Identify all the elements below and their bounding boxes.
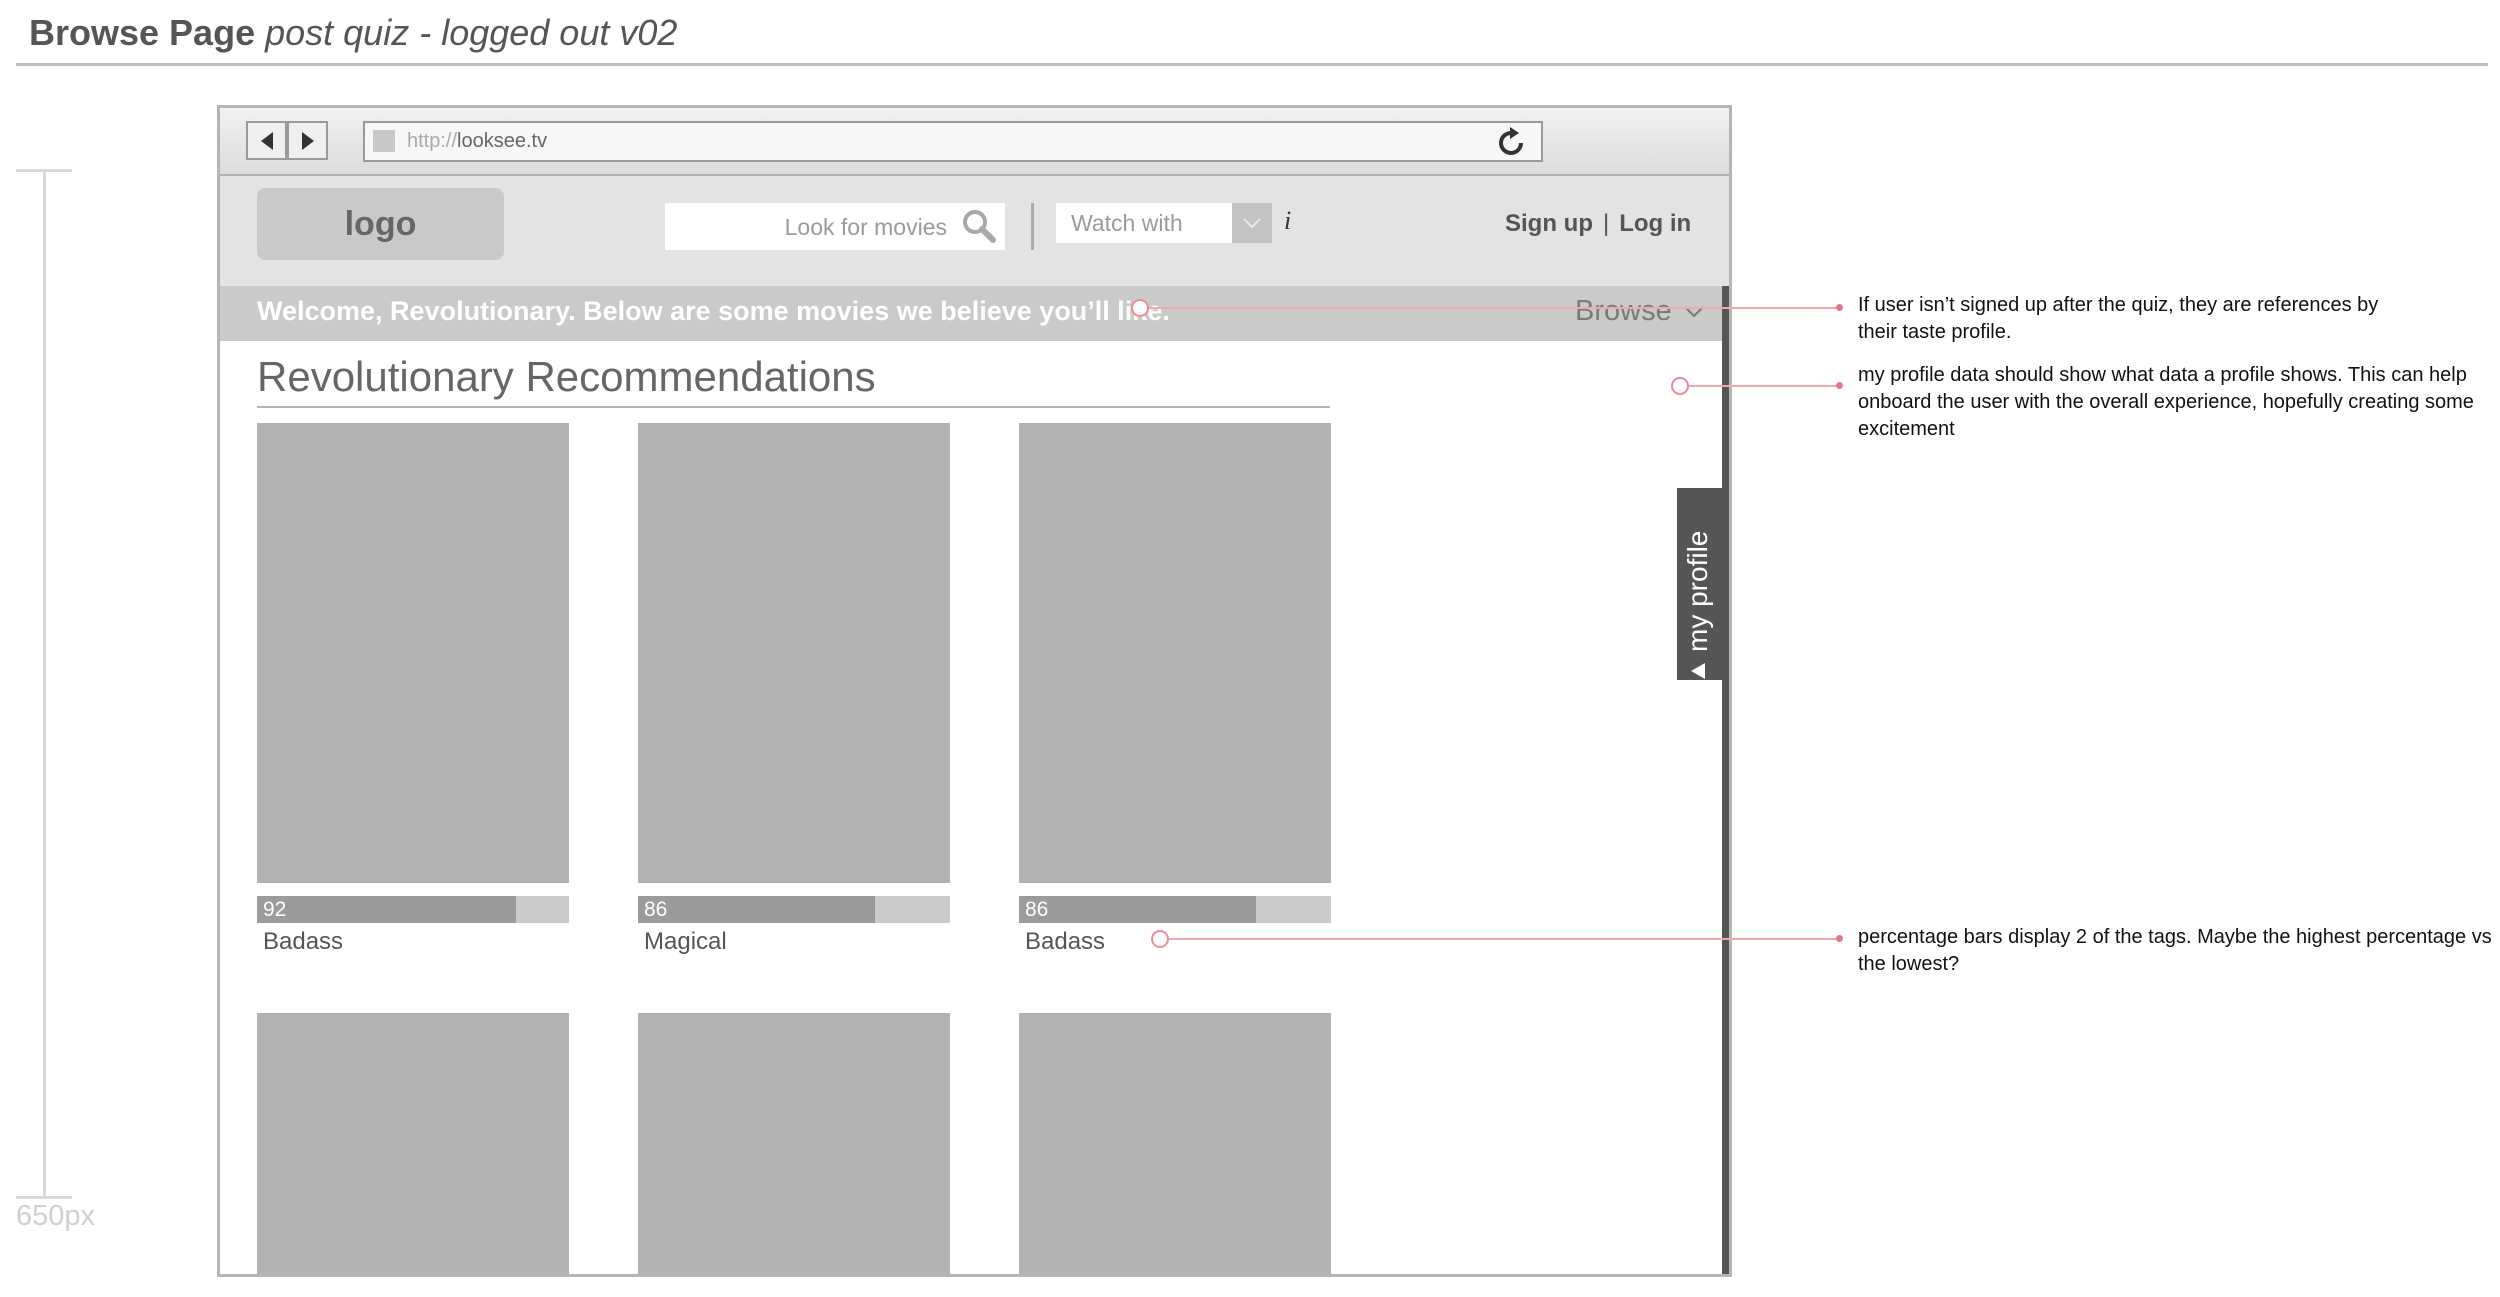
annotation-endpoint xyxy=(1836,382,1843,389)
auth-separator: | xyxy=(1602,210,1610,237)
movie-tag: Magical xyxy=(644,928,727,955)
back-button[interactable] xyxy=(246,121,287,160)
triangle-up-icon xyxy=(1691,663,1705,679)
movie-poster[interactable] xyxy=(638,423,950,883)
favicon-icon xyxy=(373,130,395,152)
my-profile-label: my profile xyxy=(1680,488,1716,680)
header-divider xyxy=(1031,203,1034,250)
auth-links: Sign up | Log in xyxy=(1505,210,1691,238)
percentage-fill xyxy=(638,896,876,923)
movie-tag: Badass xyxy=(1025,928,1106,955)
annotation-note: percentage bars display 2 of the tags. M… xyxy=(1858,926,2492,975)
logo[interactable]: logo xyxy=(257,188,504,260)
ruler-label: 650px xyxy=(16,1200,96,1232)
search-placeholder: Look for movies xyxy=(784,214,947,240)
annotation-marker xyxy=(1671,377,1689,395)
reload-icon[interactable] xyxy=(1497,125,1527,167)
url-text: http://looksee.tv xyxy=(407,130,547,153)
search-input[interactable]: Look for movies xyxy=(665,203,1005,250)
profile-rail xyxy=(1722,286,1729,1274)
annotation-endpoint xyxy=(1836,304,1843,311)
sign-up-link[interactable]: Sign up xyxy=(1505,210,1593,237)
chevron-down-icon[interactable] xyxy=(1232,203,1272,243)
section-divider xyxy=(257,406,1330,408)
log-in-link[interactable]: Log in xyxy=(1619,210,1691,237)
forward-button[interactable] xyxy=(287,121,328,160)
height-ruler xyxy=(43,170,46,1197)
percentage-fill xyxy=(257,896,516,923)
search-icon[interactable] xyxy=(961,208,997,244)
welcome-banner: Welcome, Revolutionary. Below are some m… xyxy=(220,286,1729,341)
movie-poster[interactable] xyxy=(257,423,569,883)
annotation-endpoint xyxy=(1836,935,1843,942)
page-title-bold: Browse Page xyxy=(29,12,256,53)
browser-toolbar: http://looksee.tv xyxy=(220,108,1729,176)
browse-menu[interactable]: Browse xyxy=(1575,295,1672,328)
app-header: logo Look for movies Watch with i Sign u… xyxy=(220,176,1729,286)
percentage-value: 86 xyxy=(1025,898,1049,921)
watch-with-select[interactable]: Watch with xyxy=(1056,203,1272,243)
heading-divider xyxy=(16,63,2488,66)
annotation-marker xyxy=(1151,930,1169,948)
welcome-message: Welcome, Revolutionary. Below are some m… xyxy=(257,296,1170,326)
annotation-marker xyxy=(1131,299,1149,317)
my-profile-tab[interactable]: my profile xyxy=(1677,488,1722,680)
movie-poster[interactable] xyxy=(1019,1013,1331,1274)
my-profile-text: my profile xyxy=(1682,530,1713,652)
movie-tag: Badass xyxy=(263,928,344,955)
percentage-bar: 86 xyxy=(1019,896,1331,923)
annotation-connector xyxy=(1160,938,1840,940)
triangle-right-icon xyxy=(301,131,314,150)
percentage-bar: 92 xyxy=(257,896,569,923)
page-title-subtitle: post quiz - logged out v02 xyxy=(265,12,678,53)
movie-poster[interactable] xyxy=(1019,423,1331,883)
url-domain: looksee.tv xyxy=(457,130,548,152)
page-title: Browse Page post quiz - logged out v02 xyxy=(29,12,677,54)
percentage-fill xyxy=(1019,896,1257,923)
annotation-connector xyxy=(1140,307,1840,309)
annotation-connector xyxy=(1680,385,1840,387)
annotation-note: If user isn’t signed up after the quiz, … xyxy=(1858,294,2379,343)
address-bar[interactable]: http://looksee.tv xyxy=(363,121,1543,162)
section-title: Revolutionary Recommendations xyxy=(257,353,876,400)
url-protocol: http:// xyxy=(407,130,458,152)
percentage-value: 86 xyxy=(644,898,668,921)
annotation-note: my profile data should show what data a … xyxy=(1858,364,2474,440)
info-icon[interactable]: i xyxy=(1284,206,1291,236)
movie-poster[interactable] xyxy=(638,1013,950,1274)
triangle-left-icon xyxy=(260,131,273,150)
percentage-value: 92 xyxy=(263,898,287,921)
percentage-bar: 86 xyxy=(638,896,950,923)
movie-poster[interactable] xyxy=(257,1013,569,1274)
browser-window: http://looksee.tv logo Look for movies W… xyxy=(217,105,1732,1277)
watch-with-label: Watch with xyxy=(1071,210,1183,236)
ruler-bottom-cap xyxy=(16,1196,72,1199)
